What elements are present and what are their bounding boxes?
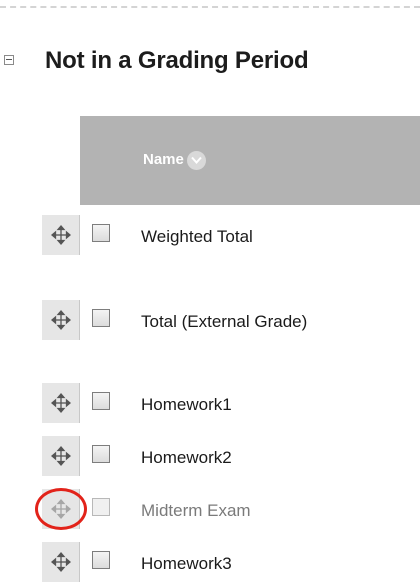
table-row: Homework3: [0, 542, 420, 582]
row-checkbox[interactable]: [92, 498, 110, 516]
row-label[interactable]: Midterm Exam: [141, 501, 251, 521]
row-label[interactable]: Homework1: [141, 395, 232, 415]
row-label[interactable]: Weighted Total: [141, 227, 253, 247]
sort-chevron-down-icon[interactable]: [186, 151, 206, 170]
move-arrows-icon[interactable]: [42, 542, 80, 582]
move-arrows-icon[interactable]: [42, 489, 80, 529]
table-row: Homework1: [0, 383, 420, 423]
row-label[interactable]: Homework2: [141, 448, 232, 468]
column-header-name[interactable]: Name: [143, 150, 206, 170]
table-header: Name: [80, 116, 420, 205]
dashed-divider: [0, 6, 420, 8]
table-row: Weighted Total: [0, 215, 420, 255]
table-row: Homework2: [0, 436, 420, 476]
row-checkbox[interactable]: [92, 309, 110, 327]
row-label[interactable]: Total (External Grade): [141, 312, 307, 332]
row-label[interactable]: Homework3: [141, 554, 232, 574]
move-arrows-icon[interactable]: [42, 436, 80, 476]
section-header: Not in a Grading Period: [0, 44, 420, 78]
table-row: Total (External Grade): [0, 300, 420, 340]
column-header-name-label: Name: [143, 151, 184, 168]
section-title: Not in a Grading Period: [45, 47, 309, 74]
table-row: Midterm Exam: [0, 489, 420, 529]
collapse-toggle-icon[interactable]: [4, 55, 14, 65]
row-checkbox[interactable]: [92, 392, 110, 410]
row-checkbox[interactable]: [92, 551, 110, 569]
move-arrows-icon[interactable]: [42, 300, 80, 340]
move-arrows-icon[interactable]: [42, 383, 80, 423]
row-checkbox[interactable]: [92, 224, 110, 242]
row-checkbox[interactable]: [92, 445, 110, 463]
move-arrows-icon[interactable]: [42, 215, 80, 255]
